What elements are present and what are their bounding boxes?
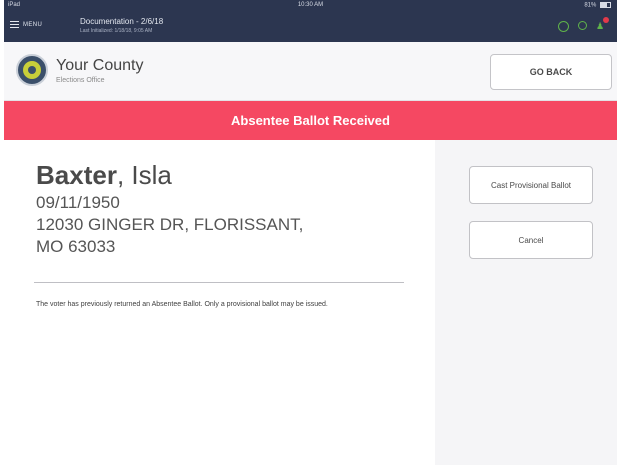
county-name: Your County xyxy=(56,57,144,74)
cast-provisional-ballot-button[interactable]: Cast Provisional Ballot xyxy=(469,166,593,204)
battery-icon xyxy=(600,2,611,8)
absentee-message: The voter has previously returned an Abs… xyxy=(36,301,328,308)
status-bar: iPad 10:30 AM 81% xyxy=(4,0,617,12)
status-time: 10:30 AM xyxy=(297,2,324,8)
app-bar: MENU Documentation - 2/6/18 Last Initial… xyxy=(4,12,617,42)
actions-panel: Cast Provisional Ballot Cancel xyxy=(435,140,617,465)
voter-address-line2: MO 63033 xyxy=(36,237,116,256)
battery-percent: 81% xyxy=(584,2,597,9)
alert-banner: Absentee Ballot Received xyxy=(4,101,617,140)
county-branding: Your County Elections Office xyxy=(56,57,143,84)
document-title: Documentation - 2/6/18 xyxy=(80,17,164,26)
office-name: Elections Office xyxy=(56,77,105,84)
voter-dob: 09/11/1950 xyxy=(36,193,120,212)
voter-first-name: Isla xyxy=(131,160,172,190)
app-bar-icons: ♟ xyxy=(558,17,609,32)
hamburger-icon xyxy=(10,21,19,28)
go-back-button[interactable]: GO BACK xyxy=(490,54,612,90)
menu-label: MENU xyxy=(23,21,43,28)
sync-icon[interactable] xyxy=(558,21,569,32)
battery-indicator: 81% xyxy=(584,2,611,9)
divider xyxy=(34,282,404,283)
cloud-upload-icon[interactable] xyxy=(577,21,588,32)
voter-name: Baxter, Isla xyxy=(36,160,172,190)
voter-last-name: Baxter xyxy=(36,160,117,190)
voter-info: Baxter, Isla 09/11/1950 12030 GINGER DR,… xyxy=(36,160,303,257)
users-icon[interactable]: ♟ xyxy=(596,17,609,32)
document-subtitle: Last Initialized: 1/18/18, 9:05 AM xyxy=(80,28,153,34)
notification-badge xyxy=(603,17,609,23)
app-frame: iPad 10:30 AM 81% MENU Documentation - 2… xyxy=(4,0,617,465)
menu-button[interactable]: MENU xyxy=(10,21,42,28)
cancel-button[interactable]: Cancel xyxy=(469,221,593,259)
document-info: Documentation - 2/6/18 Last Initialized:… xyxy=(80,17,163,34)
voter-details-panel: Baxter, Isla 09/11/1950 12030 GINGER DR,… xyxy=(4,140,435,465)
voter-address-line1: 12030 GINGER DR, FLORISSANT, xyxy=(36,215,304,234)
county-seal-logo xyxy=(16,54,48,86)
page-header: Your County Elections Office GO BACK xyxy=(4,42,617,101)
